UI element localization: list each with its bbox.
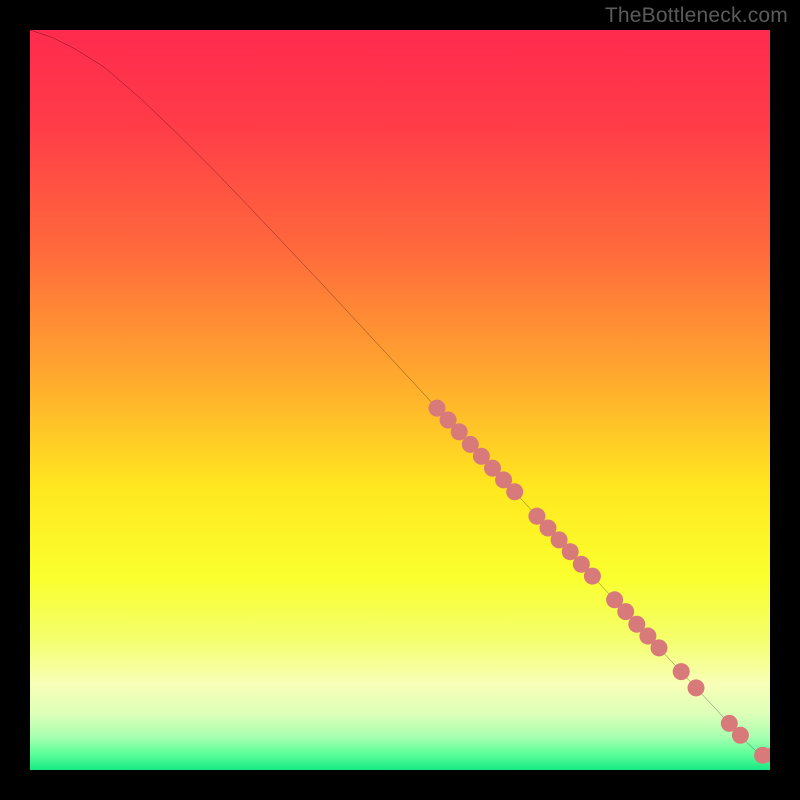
- marker-dot: [687, 679, 704, 696]
- chart-stage: TheBottleneck.com: [0, 0, 800, 800]
- marker-dot: [506, 483, 523, 500]
- marker-dot: [673, 663, 690, 680]
- marker-dot: [732, 727, 749, 744]
- gradient-background: [30, 30, 770, 770]
- watermark-label: TheBottleneck.com: [605, 4, 788, 28]
- plot-area: [30, 30, 770, 770]
- marker-dot: [650, 639, 667, 656]
- chart-svg: [30, 30, 770, 770]
- marker-dot: [584, 568, 601, 585]
